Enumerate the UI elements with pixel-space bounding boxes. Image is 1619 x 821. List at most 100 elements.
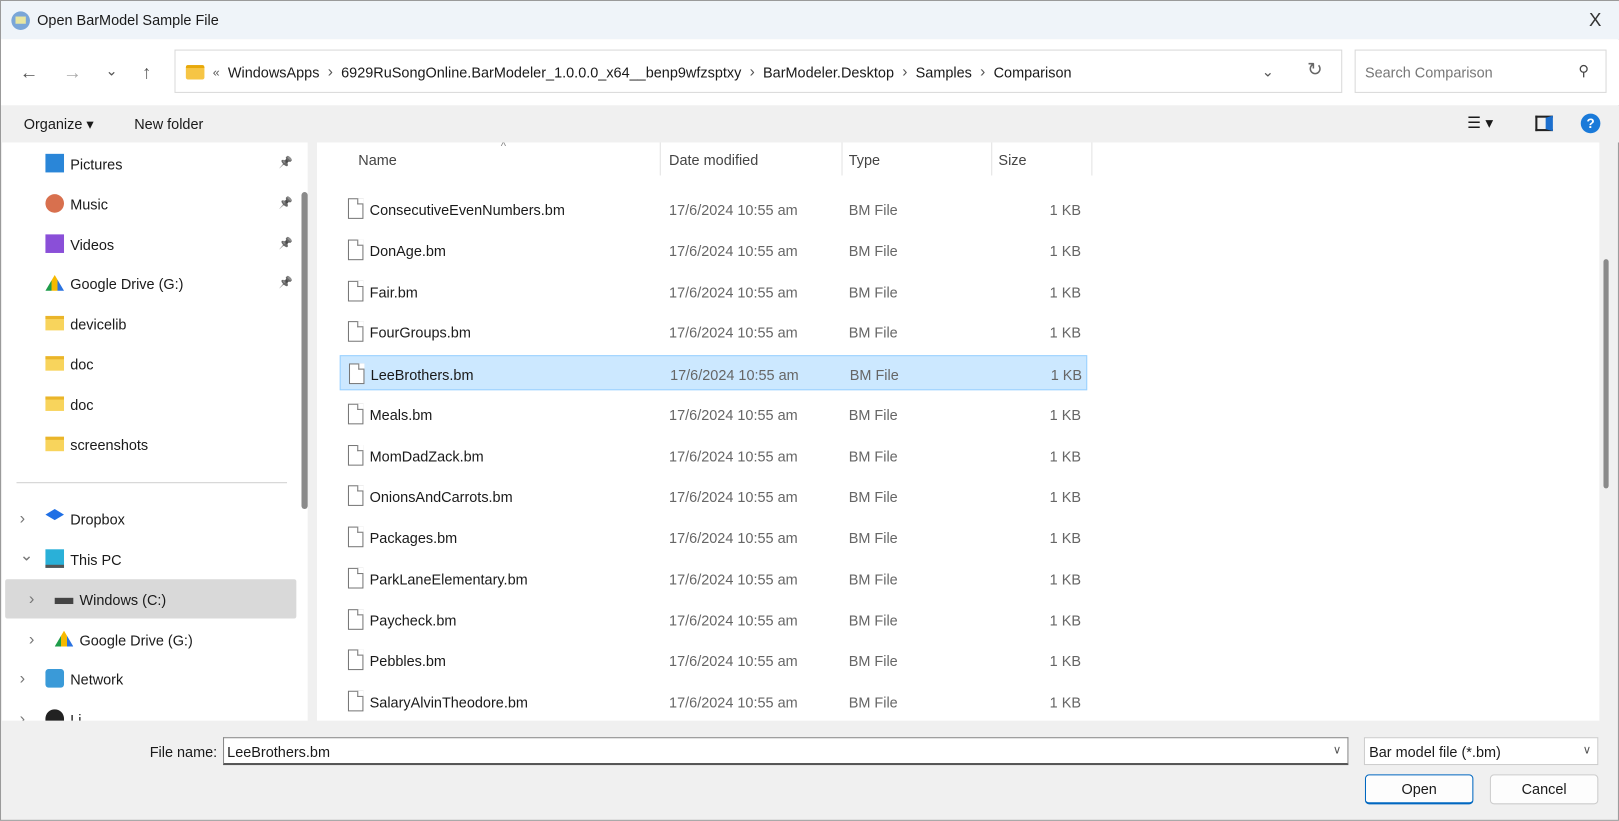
file-icon xyxy=(347,526,364,548)
file-row[interactable]: DonAge.bm 17/6/2024 10:55 am BM File 1 KB xyxy=(340,232,1088,267)
window-title: Open BarModel Sample File xyxy=(37,11,219,28)
file-row[interactable]: ConsecutiveEvenNumbers.bm 17/6/2024 10:55… xyxy=(340,191,1088,226)
open-button[interactable]: Open xyxy=(1364,774,1474,805)
pin-icon[interactable]: 📌 xyxy=(279,236,293,249)
sidebar-item-videos[interactable]: Videos 📌 xyxy=(5,224,296,263)
file-row[interactable]: LeeBrothers.bm 17/6/2024 10:55 am BM File 1… xyxy=(339,355,1088,391)
close-button[interactable]: X xyxy=(1583,7,1608,32)
folder-icon xyxy=(45,436,65,451)
file-type: BM File xyxy=(848,570,898,588)
file-date: 17/6/2024 10:55 am xyxy=(669,201,798,218)
column-header-size[interactable]: Size xyxy=(998,152,1026,187)
forward-arrow-icon[interactable]: → xyxy=(61,62,84,84)
file-row[interactable]: MomDadZack.bm 17/6/2024 10:55 am BM File 1 … xyxy=(340,437,1088,472)
chevron-down-icon[interactable]: ∨ xyxy=(1583,743,1591,756)
sidebar-item-devicelib[interactable]: devicelib xyxy=(5,304,296,343)
file-icon xyxy=(347,444,364,466)
pc-icon xyxy=(45,549,65,568)
sidebar-item-screenshots[interactable]: screenshots xyxy=(5,424,296,463)
breadcrumb-item[interactable]: Samples xyxy=(916,63,972,80)
sidebar-item-doc[interactable]: doc xyxy=(5,384,296,423)
file-name: SalaryAlvinTheodore.bm xyxy=(369,693,528,711)
breadcrumb-separator-chevron-icon[interactable]: › xyxy=(750,63,755,81)
column-header-date[interactable]: Date modified xyxy=(669,152,758,187)
chevron-right-icon[interactable]: › xyxy=(20,670,26,689)
pictures-icon xyxy=(45,153,65,173)
chevron-down-icon[interactable]: ∨ xyxy=(1333,743,1341,756)
file-row[interactable]: Packages.bm 17/6/2024 10:55 am BM File 1 KB xyxy=(340,519,1088,554)
chevron-right-icon[interactable]: › xyxy=(29,631,35,650)
breadcrumb-separator-chevron-icon[interactable]: › xyxy=(902,63,907,81)
sidebar-item-google-drive-g-[interactable]: Google Drive (G:) 📌 xyxy=(5,264,296,303)
pin-icon[interactable]: 📌 xyxy=(279,156,293,169)
title-bar: Open BarModel Sample File X xyxy=(1,1,1619,40)
view-options-button[interactable]: ☰ ▾ xyxy=(1467,114,1493,133)
file-name: MomDadZack.bm xyxy=(369,447,484,465)
file-row[interactable]: Meals.bm 17/6/2024 10:55 am BM File 1 KB xyxy=(340,396,1088,431)
column-divider[interactable] xyxy=(1091,142,1093,176)
sidebar-item-pictures[interactable]: Pictures 📌 xyxy=(5,144,296,183)
sidebar-item-music[interactable]: Music 📌 xyxy=(5,184,296,223)
google-drive-icon xyxy=(54,630,74,647)
pin-icon[interactable]: 📌 xyxy=(279,276,293,289)
sidebar-item-label: Music xyxy=(70,195,108,213)
help-button[interactable]: ? xyxy=(1580,113,1601,134)
chevron-down-icon[interactable]: ⌄ xyxy=(20,545,34,566)
file-name: LeeBrothers.bm xyxy=(370,366,474,384)
sidebar-item-google-drive-g-[interactable]: › Google Drive (G:) xyxy=(5,620,296,659)
breadcrumb-item[interactable]: Comparison xyxy=(994,63,1072,80)
chevron-right-icon[interactable]: › xyxy=(20,710,26,720)
breadcrumb-item[interactable]: 6929RuSongOnline.BarModeler_1.0.0.0_x64_… xyxy=(341,63,741,80)
sidebar-item-label: doc xyxy=(70,356,94,373)
refresh-icon[interactable]: ↻ xyxy=(1307,59,1323,81)
search-input[interactable]: Search Comparison ⚲ xyxy=(1354,49,1607,93)
breadcrumb-separator-chevron-icon[interactable]: › xyxy=(328,63,333,81)
column-divider[interactable] xyxy=(659,142,661,176)
file-row[interactable]: FourGroups.bm 17/6/2024 10:55 am BM File 1 … xyxy=(340,314,1088,349)
file-list-scrollbar[interactable] xyxy=(1603,259,1609,489)
chevron-right-icon[interactable]: › xyxy=(20,510,26,529)
recent-locations-chevron-icon[interactable]: ⌄ xyxy=(100,62,123,80)
column-header-type[interactable]: Type xyxy=(849,152,880,187)
sidebar-scrollbar[interactable] xyxy=(301,192,308,510)
breadcrumb-item[interactable]: BarModeler.Desktop xyxy=(763,63,894,80)
chevron-right-icon[interactable]: › xyxy=(29,591,35,610)
preview-pane-icon[interactable] xyxy=(1535,115,1553,132)
sidebar-item-windows-c-[interactable]: › Windows (C:) xyxy=(5,579,297,619)
file-row[interactable]: OnionsAndCarrots.bm 17/6/2024 10:55 am BM … xyxy=(340,478,1088,513)
file-date: 17/6/2024 10:55 am xyxy=(669,693,798,711)
file-row[interactable]: Pebbles.bm 17/6/2024 10:55 am BM File 1 KB xyxy=(340,642,1088,677)
file-name: OnionsAndCarrots.bm xyxy=(369,488,513,506)
file-row[interactable]: Paycheck.bm 17/6/2024 10:55 am BM File 1 KB xyxy=(340,601,1088,636)
file-icon xyxy=(347,649,364,671)
column-header-name[interactable]: Name xyxy=(358,152,397,187)
cancel-button[interactable]: Cancel xyxy=(1489,774,1599,805)
sidebar-item-li-[interactable]: › Li... xyxy=(5,699,296,721)
sidebar-item-this-pc[interactable]: ⌄ This PC xyxy=(5,539,296,578)
new-folder-button[interactable]: New folder xyxy=(134,116,203,133)
sidebar-item-network[interactable]: › Network xyxy=(5,659,296,698)
pin-icon[interactable]: 📌 xyxy=(279,196,293,209)
sidebar-item-label: Google Drive (G:) xyxy=(79,631,193,649)
file-type-select[interactable]: Bar model file (*.bm) ∨ xyxy=(1363,737,1599,766)
file-icon xyxy=(348,363,365,385)
file-icon xyxy=(347,403,364,425)
breadcrumb-overflow[interactable]: « xyxy=(213,65,220,79)
breadcrumb-separator-chevron-icon[interactable]: › xyxy=(980,63,985,81)
up-arrow-icon[interactable]: ↑ xyxy=(135,62,158,84)
organize-button[interactable]: Organize ▾ xyxy=(24,116,94,134)
sidebar-item-doc[interactable]: doc xyxy=(5,344,296,383)
file-row[interactable]: ParkLaneElementary.bm 17/6/2024 10:55 am B… xyxy=(340,560,1088,595)
column-divider[interactable] xyxy=(991,142,993,176)
sidebar-item-dropbox[interactable]: › Dropbox xyxy=(5,499,296,538)
file-name-input[interactable]: LeeBrothers.bm ∨ xyxy=(223,737,1349,766)
file-row[interactable]: SalaryAlvinTheodore.bm 17/6/2024 10:55 am… xyxy=(340,684,1088,719)
breadcrumb-item[interactable]: WindowsApps xyxy=(228,63,320,80)
back-arrow-icon[interactable]: ← xyxy=(18,62,41,84)
column-divider[interactable] xyxy=(841,142,843,176)
file-date: 17/6/2024 10:55 am xyxy=(669,488,798,506)
address-bar[interactable]: « WindowsApps › 6929RuSongOnline.BarModele… xyxy=(174,49,1343,93)
file-type: BM File xyxy=(848,693,898,711)
file-row[interactable]: Fair.bm 17/6/2024 10:55 am BM File 1 KB xyxy=(340,273,1088,308)
address-dropdown-chevron-icon[interactable]: ⌄ xyxy=(1262,63,1274,81)
